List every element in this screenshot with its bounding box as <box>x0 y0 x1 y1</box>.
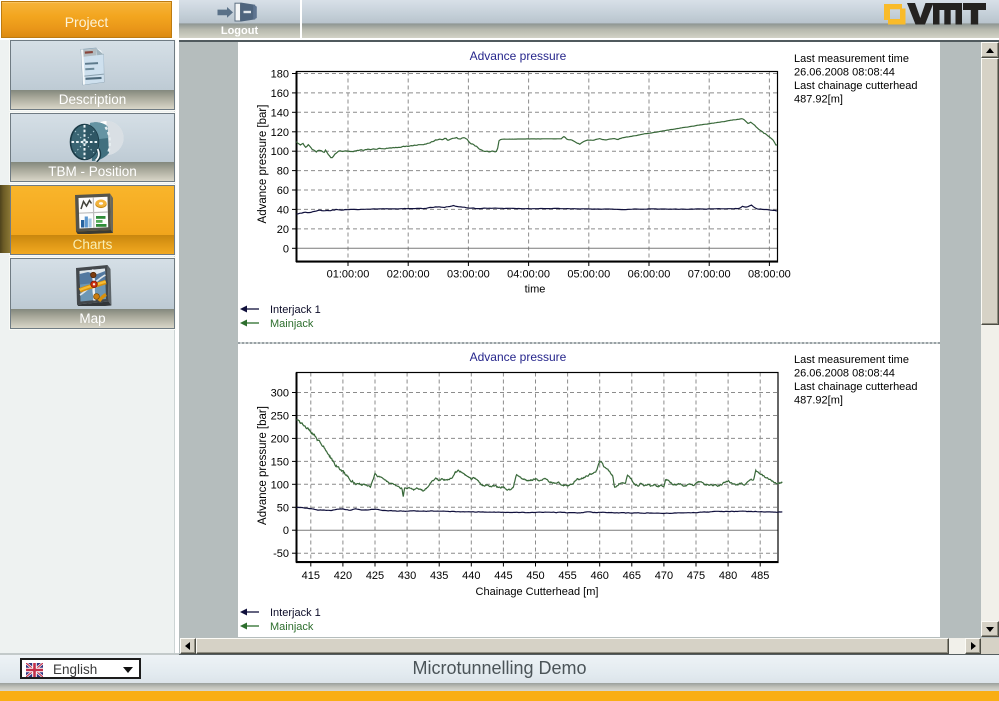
svg-text:445: 445 <box>494 570 512 582</box>
svg-text:300: 300 <box>271 388 289 400</box>
svg-text:120: 120 <box>271 127 289 139</box>
svg-text:460: 460 <box>591 570 609 582</box>
svg-text:435: 435 <box>430 570 448 582</box>
svg-text:430: 430 <box>398 570 416 582</box>
svg-text:Advance pressure: Advance pressure <box>470 350 567 364</box>
svg-text:04:00:00: 04:00:00 <box>507 269 550 281</box>
svg-text:485: 485 <box>751 570 769 582</box>
svg-text:420: 420 <box>334 570 352 582</box>
svg-text:50: 50 <box>277 502 289 514</box>
svg-text:Interjack 1: Interjack 1 <box>270 304 321 316</box>
svg-text:180: 180 <box>271 69 289 81</box>
svg-text:487.92[m]: 487.92[m] <box>794 94 843 106</box>
svg-text:03:00:00: 03:00:00 <box>447 269 490 281</box>
svg-text:450: 450 <box>526 570 544 582</box>
svg-text:time: time <box>525 284 546 296</box>
svg-text:455: 455 <box>558 570 576 582</box>
svg-text:01:00:00: 01:00:00 <box>327 269 370 281</box>
svg-text:Chainage Cutterhead [m]: Chainage Cutterhead [m] <box>476 586 599 598</box>
svg-text:Last measurement time: Last measurement time <box>794 53 909 65</box>
svg-text:07:00:00: 07:00:00 <box>688 269 731 281</box>
svg-text:415: 415 <box>302 570 320 582</box>
svg-text:487.92[m]: 487.92[m] <box>794 395 843 407</box>
svg-text:Last measurement time: Last measurement time <box>794 354 909 366</box>
svg-text:150: 150 <box>271 456 289 468</box>
svg-text:160: 160 <box>271 88 289 100</box>
svg-text:08:00:00: 08:00:00 <box>748 269 791 281</box>
svg-text:40: 40 <box>277 204 289 216</box>
svg-text:02:00:00: 02:00:00 <box>387 269 430 281</box>
svg-text:0: 0 <box>283 525 289 537</box>
svg-text:440: 440 <box>462 570 480 582</box>
svg-text:Last chainage cutterhead: Last chainage cutterhead <box>794 80 918 92</box>
svg-text:470: 470 <box>655 570 673 582</box>
svg-text:Last chainage cutterhead: Last chainage cutterhead <box>794 381 918 393</box>
svg-text:Advance pressure [bar]: Advance pressure [bar] <box>257 105 269 224</box>
svg-text:475: 475 <box>687 570 705 582</box>
svg-text:Advance pressure: Advance pressure <box>470 49 567 63</box>
svg-text:06:00:00: 06:00:00 <box>628 269 671 281</box>
svg-text:250: 250 <box>271 411 289 423</box>
svg-text:0: 0 <box>283 243 289 255</box>
svg-text:60: 60 <box>277 185 289 197</box>
svg-text:480: 480 <box>719 570 737 582</box>
svg-text:465: 465 <box>623 570 641 582</box>
svg-text:80: 80 <box>277 166 289 178</box>
svg-text:26.06.2008 08:08:44: 26.06.2008 08:08:44 <box>794 368 895 380</box>
svg-text:100: 100 <box>271 146 289 158</box>
svg-text:20: 20 <box>277 224 289 236</box>
svg-text:05:00:00: 05:00:00 <box>567 269 610 281</box>
svg-text:140: 140 <box>271 107 289 119</box>
svg-text:Mainjack: Mainjack <box>270 621 314 633</box>
svg-text:100: 100 <box>271 479 289 491</box>
svg-text:Advance pressure [bar]: Advance pressure [bar] <box>257 406 269 525</box>
svg-text:Mainjack: Mainjack <box>270 318 314 330</box>
svg-text:26.06.2008 08:08:44: 26.06.2008 08:08:44 <box>794 67 895 79</box>
svg-text:-50: -50 <box>273 548 289 560</box>
svg-text:200: 200 <box>271 433 289 445</box>
svg-text:425: 425 <box>366 570 384 582</box>
svg-text:Interjack 1: Interjack 1 <box>270 607 321 619</box>
